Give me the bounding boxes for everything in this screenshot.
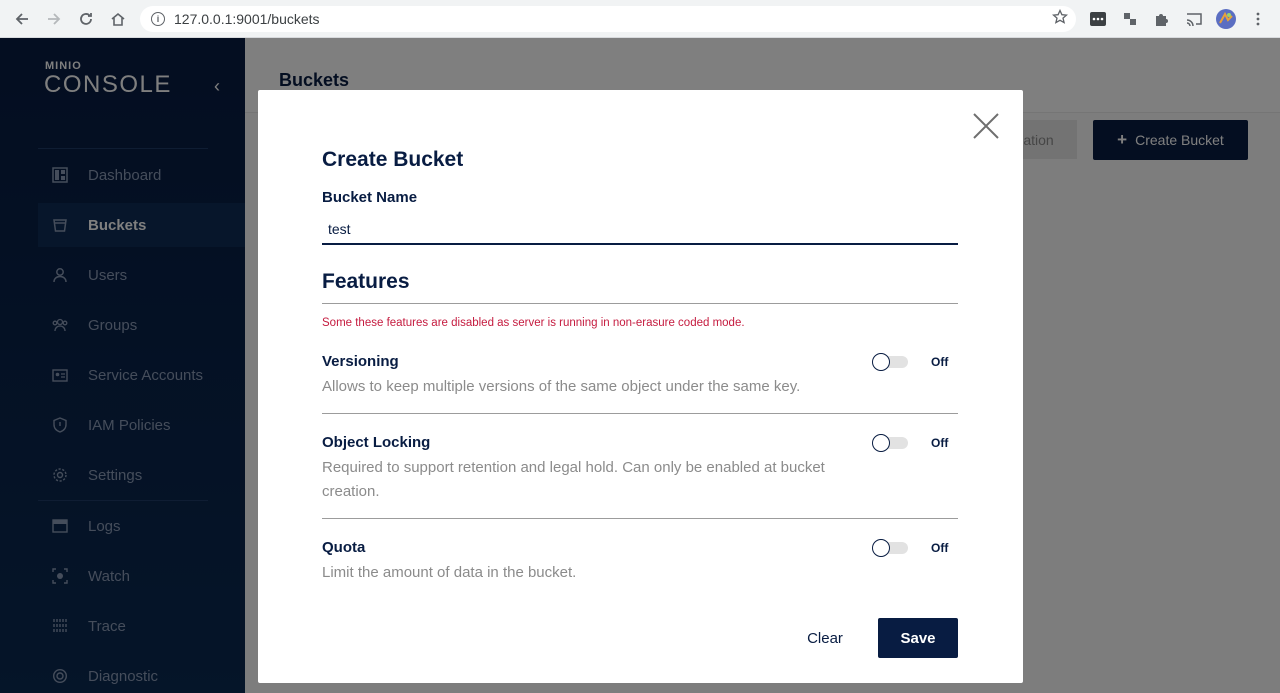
- bookmark-star-icon[interactable]: [1051, 8, 1069, 30]
- extension-tool-icon[interactable]: [1121, 10, 1139, 28]
- browser-menu-icon[interactable]: [1249, 10, 1267, 28]
- versioning-label: Versioning: [322, 353, 399, 370]
- features-warning: Some these features are disabled as serv…: [322, 317, 745, 329]
- versioning-description: Allows to keep multiple versions of the …: [322, 378, 801, 395]
- reload-icon[interactable]: [75, 8, 97, 30]
- create-bucket-dialog: Create Bucket Bucket Name Features Some …: [258, 90, 1023, 683]
- versioning-state: Off: [931, 355, 949, 369]
- extension-password-icon[interactable]: [1089, 10, 1107, 28]
- address-bar[interactable]: i 127.0.0.1:9001/buckets: [140, 6, 1076, 32]
- features-divider: [322, 303, 958, 304]
- extensions-puzzle-icon[interactable]: [1153, 10, 1171, 28]
- features-heading: Features: [322, 270, 410, 293]
- profile-avatar[interactable]: [1216, 9, 1236, 29]
- cast-icon[interactable]: [1185, 10, 1203, 28]
- quota-toggle[interactable]: [872, 538, 910, 558]
- clear-button[interactable]: Clear: [803, 618, 847, 658]
- feature-divider: [322, 518, 958, 519]
- dialog-title: Create Bucket: [322, 148, 464, 171]
- quota-label: Quota: [322, 539, 366, 556]
- object-locking-state: Off: [931, 436, 949, 450]
- forward-icon[interactable]: [43, 8, 65, 30]
- browser-toolbar: i 127.0.0.1:9001/buckets: [0, 0, 1280, 38]
- save-button[interactable]: Save: [878, 618, 958, 658]
- url-text: 127.0.0.1:9001/buckets: [174, 11, 320, 27]
- close-icon[interactable]: [972, 112, 1000, 140]
- toggle-knob: [872, 434, 890, 452]
- feature-divider: [322, 413, 958, 414]
- quota-description: Limit the amount of data in the bucket.: [322, 564, 577, 581]
- bucket-name-label: Bucket Name: [322, 189, 418, 206]
- toggle-knob: [872, 353, 890, 371]
- toggle-knob: [872, 539, 890, 557]
- quota-state: Off: [931, 541, 949, 555]
- info-icon[interactable]: i: [151, 12, 165, 26]
- versioning-toggle[interactable]: [872, 352, 910, 372]
- home-icon[interactable]: [107, 8, 129, 30]
- object-locking-toggle[interactable]: [872, 433, 910, 453]
- bucket-name-input[interactable]: [322, 214, 958, 245]
- object-locking-description: Required to support retention and legal …: [322, 459, 825, 500]
- back-icon[interactable]: [11, 8, 33, 30]
- object-locking-label: Object Locking: [322, 434, 431, 451]
